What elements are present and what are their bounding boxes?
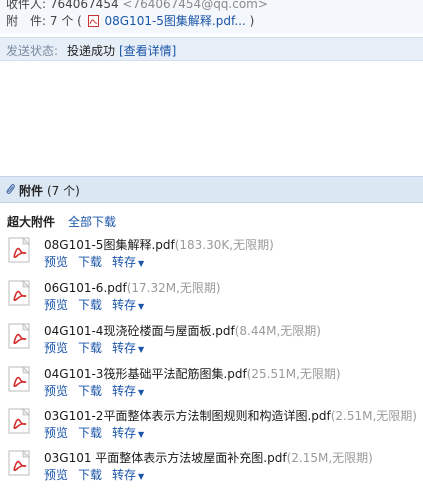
attachment-summary-count: 7 个 (: [49, 14, 82, 28]
preview-link[interactable]: 预览: [44, 468, 68, 482]
attachments-title: 附件: [19, 184, 44, 198]
save-to-label: 转存: [112, 255, 137, 269]
attachment-item: 03G101-2平面整体表示方法制图规则和构造详图.pdf(2.51M,无限期)…: [0, 407, 423, 447]
attachment-summary-close: ): [249, 14, 255, 28]
attachment-filename[interactable]: 03G101 平面整体表示方法坡屋面补充图.pdf: [44, 451, 287, 465]
save-to-label: 转存: [112, 341, 137, 355]
attachment-item: 04G101-3筏形基础平法配筋图集.pdf(25.51M,无限期) 预览 下载 转存…: [0, 365, 423, 405]
save-to-link[interactable]: 转存 ▼: [112, 384, 154, 398]
attachment-item: 06G101-6.pdf(17.32M,无限期) 预览 下载 转存 ▼: [0, 279, 423, 319]
attachment-summary-link[interactable]: 08G101-5图集解释.pdf...: [104, 14, 245, 28]
attachment-filename[interactable]: 04G101-4现浇砼楼面与屋面板.pdf: [44, 324, 235, 338]
attachment-name-line: 04G101-4现浇砼楼面与屋面板.pdf(8.44M,无限期): [44, 322, 321, 339]
attachment-meta: (2.51M,无限期): [330, 409, 417, 423]
attachment-summary-label: 附 件:: [6, 14, 47, 28]
pdf-file-icon: [87, 15, 99, 27]
download-link[interactable]: 下载: [78, 468, 102, 482]
chevron-down-icon: ▼: [138, 472, 145, 481]
chevron-down-icon: ▼: [138, 345, 145, 354]
chevron-down-icon: ▼: [138, 302, 145, 311]
download-link[interactable]: 下载: [78, 255, 102, 269]
view-details-link[interactable]: [查看详情]: [119, 42, 176, 59]
save-to-link[interactable]: 转存 ▼: [112, 255, 154, 269]
attachment-meta: (25.51M,无限期): [246, 367, 341, 381]
preview-link[interactable]: 预览: [44, 255, 68, 269]
download-link[interactable]: 下载: [78, 426, 102, 440]
attachment-name-line: 04G101-3筏形基础平法配筋图集.pdf(25.51M,无限期): [44, 365, 341, 382]
attachment-actions: 预览 下载 转存 ▼: [44, 382, 164, 399]
preview-link[interactable]: 预览: [44, 298, 68, 312]
attachment-actions: 预览 下载 转存 ▼: [44, 296, 164, 313]
attachments-header: 附件 (7 个): [0, 176, 423, 203]
save-to-label: 转存: [112, 384, 137, 398]
attachment-item: 08G101-5图集解释.pdf(183.30K,无限期) 预览 下载 转存 ▼: [0, 236, 423, 276]
paperclip-icon: [6, 184, 15, 194]
save-to-label: 转存: [112, 298, 137, 312]
download-link[interactable]: 下载: [78, 341, 102, 355]
attachment-name-line: 03G101-2平面整体表示方法制图规则和构造详图.pdf(2.51M,无限期): [44, 407, 417, 424]
attachment-meta: (183.30K,无限期): [174, 238, 274, 252]
attachment-filename[interactable]: 04G101-3筏形基础平法配筋图集.pdf: [44, 367, 247, 381]
attachment-actions: 预览 下载 转存 ▼: [44, 253, 164, 270]
recipient-number: 764067454: [49, 0, 119, 11]
attachment-actions: 预览 下载 转存 ▼: [44, 424, 164, 441]
attachment-meta: (8.44M,无限期): [234, 324, 321, 338]
attachment-meta: (2.15M,无限期): [286, 451, 373, 465]
save-to-label: 转存: [112, 426, 137, 440]
chevron-down-icon: ▼: [138, 388, 145, 397]
pdf-file-icon[interactable]: [8, 366, 32, 392]
attachment-actions: 预览 下载 转存 ▼: [44, 339, 164, 356]
download-link[interactable]: 下载: [78, 384, 102, 398]
recipient-row: 收件人: 764067454 <764067454@qq.com>: [6, 0, 268, 12]
attachment-name-line: 03G101 平面整体表示方法坡屋面补充图.pdf(2.15M,无限期): [44, 449, 373, 466]
pdf-file-icon[interactable]: [8, 237, 32, 263]
save-to-link[interactable]: 转存 ▼: [112, 468, 154, 482]
large-attachments-title: 超大附件: [7, 215, 56, 229]
recipient-address: <764067454@qq.com>: [122, 0, 268, 11]
save-to-label: 转存: [112, 468, 137, 482]
preview-link[interactable]: 预览: [44, 341, 68, 355]
attachment-name-line: 06G101-6.pdf(17.32M,无限期): [44, 279, 221, 296]
download-all-link[interactable]: 全部下载: [68, 213, 116, 230]
download-link[interactable]: 下载: [78, 298, 102, 312]
attachment-name-line: 08G101-5图集解释.pdf(183.30K,无限期): [44, 236, 274, 253]
delivery-status-label: 发送状态:: [6, 44, 59, 58]
delivery-status-bar: 发送状态: 投递成功 [查看详情]: [0, 37, 423, 61]
pdf-file-icon[interactable]: [8, 280, 32, 306]
chevron-down-icon: ▼: [138, 259, 145, 268]
attachment-summary-row: 附 件: 7 个 ( 08G101-5图集解释.pdf... ): [6, 12, 254, 29]
pdf-file-icon[interactable]: [8, 408, 32, 434]
save-to-link[interactable]: 转存 ▼: [112, 341, 154, 355]
recipient-label: 收件人:: [6, 0, 47, 11]
attachments-count: (7 个): [47, 184, 80, 198]
chevron-down-icon: ▼: [138, 430, 145, 439]
attachment-item: 04G101-4现浇砼楼面与屋面板.pdf(8.44M,无限期) 预览 下载 转存 ▼: [0, 322, 423, 362]
attachment-actions: 预览 下载 转存 ▼: [44, 466, 164, 483]
delivery-status-value: 投递成功: [67, 44, 116, 58]
pdf-file-icon[interactable]: [8, 323, 32, 349]
attachment-meta: (17.32M,无限期): [126, 281, 221, 295]
preview-link[interactable]: 预览: [44, 384, 68, 398]
attachment-item: 03G101 平面整体表示方法坡屋面补充图.pdf(2.15M,无限期) 预览 下载…: [0, 449, 423, 489]
attachment-filename[interactable]: 03G101-2平面整体表示方法制图规则和构造详图.pdf: [44, 409, 331, 423]
attachment-filename[interactable]: 08G101-5图集解释.pdf: [44, 238, 175, 252]
save-to-link[interactable]: 转存 ▼: [112, 426, 154, 440]
pdf-file-icon[interactable]: [8, 450, 32, 476]
save-to-link[interactable]: 转存 ▼: [112, 298, 154, 312]
attachment-filename[interactable]: 06G101-6.pdf: [44, 281, 127, 295]
preview-link[interactable]: 预览: [44, 426, 68, 440]
mail-header: 收件人: 764067454 <764067454@qq.com> 附 件: 7…: [0, 0, 423, 33]
